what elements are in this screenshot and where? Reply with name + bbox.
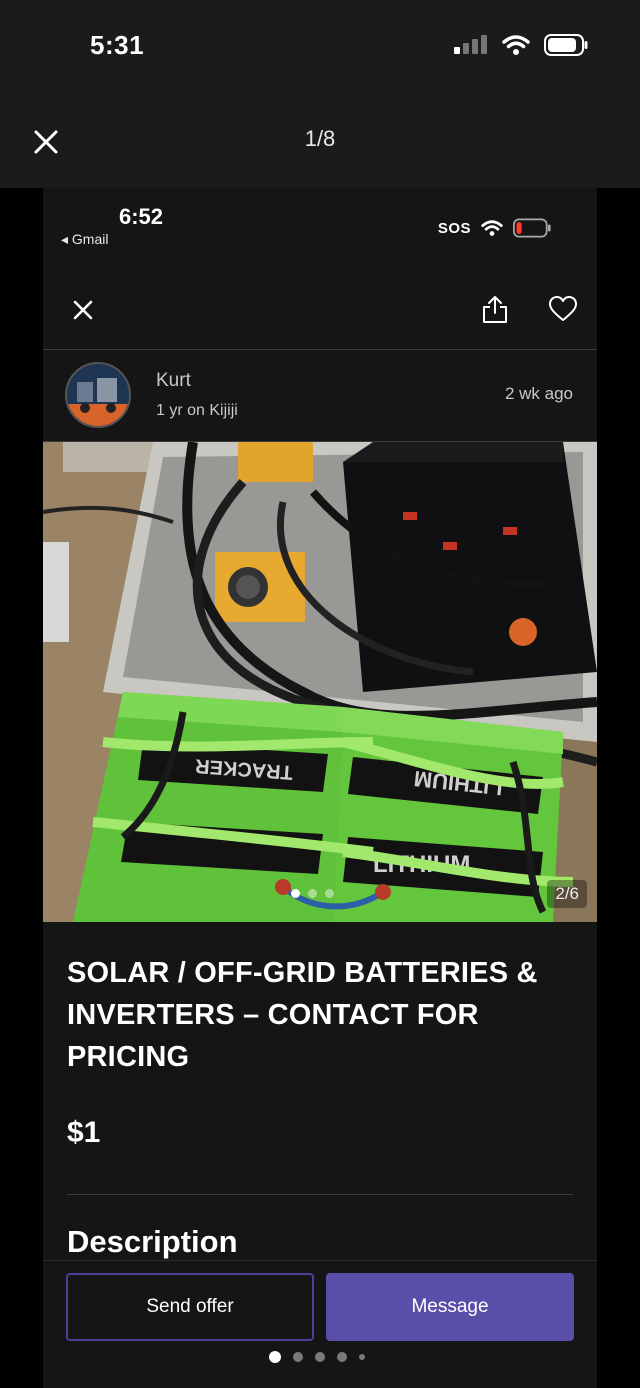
listing-title: SOLAR / OFF-GRID BATTERIES & INVERTERS –… xyxy=(67,957,538,1073)
outer-viewer-header: 1/8 xyxy=(0,100,640,188)
message-button[interactable]: Message xyxy=(326,1273,574,1341)
heart-icon[interactable] xyxy=(549,296,577,322)
wifi-icon xyxy=(502,35,530,55)
action-bar: Send offer Message xyxy=(43,1260,597,1388)
wifi-icon xyxy=(481,220,503,236)
photo-dot[interactable] xyxy=(325,889,334,898)
listing-price: $1 xyxy=(67,1116,101,1149)
page-dot xyxy=(269,1351,281,1363)
photo-dot[interactable] xyxy=(308,889,317,898)
share-icon[interactable] xyxy=(481,294,509,324)
seller-row[interactable]: Kurt 1 yr on Kijiji 2 wk ago xyxy=(43,350,597,442)
avatar[interactable] xyxy=(65,362,131,428)
battery-low-icon xyxy=(513,218,551,238)
photo-dots xyxy=(291,889,334,898)
posted-time: 2 wk ago xyxy=(504,384,573,403)
back-to-gmail-link[interactable]: ◂ Gmail xyxy=(61,231,108,248)
divider xyxy=(67,1194,573,1195)
listing-photo[interactable]: TRACKER LITHIUM LITHIUM 2/6 xyxy=(43,442,597,922)
outer-status-bar: 5:31 xyxy=(0,0,640,100)
page-dot xyxy=(337,1352,347,1362)
inner-status-time: 6:52 xyxy=(119,204,164,229)
description-heading: Description xyxy=(67,1224,238,1259)
listing-screenshot: 6:52 ◂ Gmail SOS Kurt 1 yr on Kijiji 2 w… xyxy=(43,188,597,1388)
outer-status-icons xyxy=(454,34,588,56)
avatar-image xyxy=(67,364,129,426)
page-indicator xyxy=(269,1351,365,1363)
page-dot xyxy=(293,1352,303,1362)
photo-counter: 2/6 xyxy=(547,880,587,908)
send-offer-button[interactable]: Send offer xyxy=(66,1273,314,1341)
outer-status-time: 5:31 xyxy=(90,30,145,60)
page-dot xyxy=(359,1354,365,1360)
seller-tenure: 1 yr on Kijiji xyxy=(156,402,238,419)
photo-dot[interactable] xyxy=(291,889,300,898)
signal-icon xyxy=(454,35,487,54)
close-icon[interactable] xyxy=(71,298,95,322)
page-dot xyxy=(315,1352,325,1362)
listing-nav-bar xyxy=(43,278,597,350)
battery-photo: TRACKER LITHIUM LITHIUM xyxy=(43,442,597,922)
image-counter: 1/8 xyxy=(304,126,336,151)
seller-name[interactable]: Kurt xyxy=(156,370,191,392)
inner-status-icons: SOS xyxy=(438,218,551,238)
inner-status-bar: 6:52 ◂ Gmail SOS xyxy=(43,188,597,266)
sos-indicator: SOS xyxy=(437,219,471,237)
battery-icon xyxy=(544,34,588,56)
